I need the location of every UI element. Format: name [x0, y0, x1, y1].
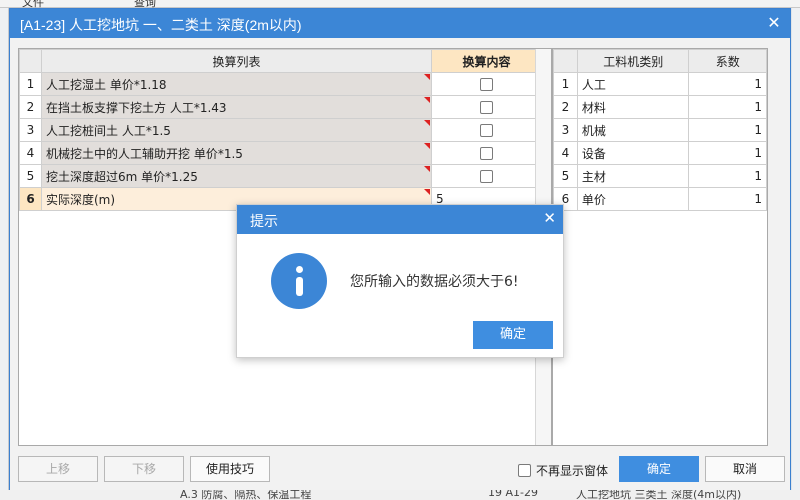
comment-marker-icon [424, 74, 430, 80]
table-row[interactable]: 1 人工 1 [553, 72, 767, 96]
coefficient-grid: 工料机类别 系数 1 人工 1 2 材料 1 3 机械 1 4 设备 1 5 主材 1 6 单价 1 [552, 48, 768, 446]
move-down-button[interactable]: 下移 [104, 456, 184, 482]
table-row[interactable]: 4 机械挖土中的人工辅助开挖 单价*1.5 [19, 141, 542, 165]
comment-marker-icon [424, 143, 430, 149]
row-index: 1 [553, 72, 578, 96]
close-icon[interactable]: ✕ [764, 13, 784, 33]
comment-marker-icon [424, 189, 430, 195]
row-category: 设备 [576, 141, 690, 165]
table-row[interactable]: 3 人工挖桩间土 人工*1.5 [19, 118, 542, 142]
dialog-title: [A1-23] 人工挖地坑 一、二类土 深度(2m以内) [20, 17, 302, 33]
close-icon[interactable]: ✕ [543, 209, 556, 227]
row-factor[interactable]: 1 [688, 187, 767, 211]
background-bottom-list: A.3 防腐、隔热、保温工程 19 A1-29 人工挖地坑 三类土 深度(4m以… [0, 490, 800, 500]
table-row[interactable]: 2 在挡土板支撑下挖土方 人工*1.43 [19, 95, 542, 119]
row-checkbox[interactable] [480, 170, 493, 183]
row-category: 人工 [576, 72, 690, 96]
no-show-label: 不再显示窗体 [536, 464, 609, 478]
row-category: 主材 [576, 164, 690, 188]
row-index: 5 [553, 164, 578, 188]
row-name: 挖土深度超过6m 单价*1.25 [46, 169, 198, 184]
row-factor[interactable]: 1 [688, 164, 767, 188]
cancel-button[interactable]: 取消 [705, 456, 785, 482]
row-index: 3 [19, 118, 42, 142]
conversion-table: 换算列表 换算内容 1 人工挖湿土 单价*1.18 2 在挡土板支撑下挖土方 人… [19, 49, 542, 211]
alert-titlebar: 提示 ✕ [237, 205, 563, 234]
header-category: 工料机类别 [576, 49, 690, 73]
header-index [553, 49, 578, 73]
row-name: 机械挖土中的人工辅助开挖 单价*1.5 [46, 146, 243, 161]
row-factor[interactable]: 1 [688, 72, 767, 96]
no-show-option[interactable]: 不再显示窗体 [518, 461, 608, 481]
no-show-checkbox[interactable] [518, 464, 531, 477]
row-checkbox[interactable] [480, 147, 493, 160]
table-row[interactable]: 5 主材 1 [553, 164, 767, 188]
background-menubar: 文件 查询 [0, 0, 800, 9]
alert-title: 提示 [250, 214, 278, 230]
background-left-panel [0, 8, 9, 500]
comment-marker-icon [424, 166, 430, 172]
row-category: 单价 [576, 187, 690, 211]
row-factor[interactable]: 1 [688, 95, 767, 119]
background-row-code: 19 A1-29 [488, 490, 538, 499]
coefficient-table: 工料机类别 系数 1 人工 1 2 材料 1 3 机械 1 4 设备 1 5 主材 1 6 单价 1 [553, 49, 767, 211]
row-name: 实际深度(m) [46, 192, 116, 207]
row-name: 人工挖湿土 单价*1.18 [46, 77, 167, 92]
header-conversion-list: 换算列表 [41, 49, 432, 73]
conversion-header-row: 换算列表 换算内容 [19, 49, 542, 73]
background-right-panel [792, 8, 800, 500]
row-factor[interactable]: 1 [688, 141, 767, 165]
alert-dialog: 提示 ✕ 您所输入的数据必须大于6! 确定 [236, 204, 564, 358]
table-row[interactable]: 6 单价 1 [553, 187, 767, 211]
row-index: 5 [19, 164, 42, 188]
row-index: 4 [553, 141, 578, 165]
comment-marker-icon [424, 120, 430, 126]
table-row[interactable]: 4 设备 1 [553, 141, 767, 165]
row-factor[interactable]: 1 [688, 118, 767, 142]
row-index: 4 [19, 141, 42, 165]
row-index: 6 [19, 187, 42, 211]
alert-message: 您所输入的数据必须大于6! [350, 274, 519, 290]
background-tree-item: A.3 防腐、隔热、保温工程 [180, 490, 312, 500]
row-checkbox[interactable] [480, 124, 493, 137]
table-row[interactable]: 3 机械 1 [553, 118, 767, 142]
alert-ok-button[interactable]: 确定 [473, 321, 553, 349]
row-name: 在挡土板支撑下挖土方 人工*1.43 [46, 100, 227, 115]
background-row-name: 人工挖地坑 三类土 深度(4m以内) [576, 490, 742, 500]
header-conversion-content: 换算内容 [431, 49, 542, 73]
ok-button[interactable]: 确定 [619, 456, 699, 482]
row-index: 2 [553, 95, 578, 119]
row-category: 材料 [576, 95, 690, 119]
table-row[interactable]: 1 人工挖湿土 单价*1.18 [19, 72, 542, 96]
row-category: 机械 [576, 118, 690, 142]
move-up-button[interactable]: 上移 [18, 456, 98, 482]
row-index: 2 [19, 95, 42, 119]
row-name: 人工挖桩间土 人工*1.5 [46, 123, 171, 138]
row-index: 1 [19, 72, 42, 96]
coefficient-header-row: 工料机类别 系数 [553, 49, 767, 73]
header-factor: 系数 [688, 49, 767, 73]
table-row[interactable]: 2 材料 1 [553, 95, 767, 119]
header-index [19, 49, 42, 73]
comment-marker-icon [424, 97, 430, 103]
row-index: 3 [553, 118, 578, 142]
info-icon [271, 253, 327, 309]
row-checkbox[interactable] [480, 78, 493, 91]
row-checkbox[interactable] [480, 101, 493, 114]
dialog-titlebar: [A1-23] 人工挖地坑 一、二类土 深度(2m以内) ✕ [10, 9, 790, 38]
tips-button[interactable]: 使用技巧 [190, 456, 270, 482]
table-row[interactable]: 5 挖土深度超过6m 单价*1.25 [19, 164, 542, 188]
